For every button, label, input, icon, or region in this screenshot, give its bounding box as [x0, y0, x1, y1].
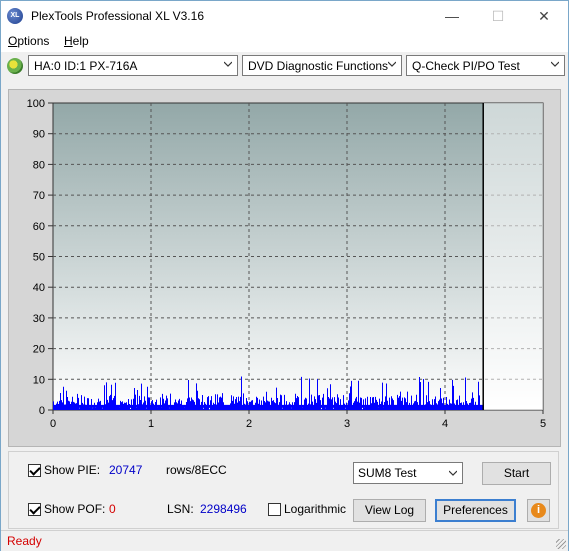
x-tick-label: 1 — [148, 418, 154, 430]
maximize-button[interactable]: ☐ — [475, 1, 521, 31]
pof-count-value: 0 — [109, 502, 116, 516]
info-button[interactable]: i — [527, 499, 550, 522]
y-tick-label: 100 — [27, 98, 45, 110]
drive-select-value: HA:0 ID:1 PX-716A — [34, 59, 138, 73]
x-tick-label: 2 — [246, 418, 252, 430]
view-log-button[interactable]: View Log — [353, 499, 426, 522]
chart-panel: 100 90 80 70 60 50 40 30 20 10 0 012345 — [8, 89, 561, 447]
drive-select[interactable]: HA:0 ID:1 PX-716A — [28, 55, 238, 76]
y-tick-label: 70 — [33, 190, 45, 202]
logarithmic-label: Logarithmic — [284, 502, 347, 516]
function-select-value: DVD Diagnostic Functions — [248, 59, 389, 73]
chevron-down-icon — [449, 470, 457, 476]
start-button[interactable]: Start — [482, 462, 551, 485]
chevron-down-icon — [224, 61, 232, 67]
drive-disc-icon — [7, 58, 23, 74]
pie-count-value: 20747 — [109, 463, 143, 477]
test-select-value: Q-Check PI/PO Test — [412, 59, 520, 73]
y-tick-label: 40 — [33, 282, 45, 294]
menu-help-mnemonic: H — [64, 34, 73, 48]
menu-options-label: ptions — [17, 34, 50, 48]
lsn-label: LSN: — [167, 502, 194, 516]
test-select[interactable]: Q-Check PI/PO Test — [406, 55, 565, 76]
info-icon: i — [531, 503, 546, 518]
x-axis: 0 1 2 3 4 5 — [50, 410, 546, 430]
show-pof-checkbox[interactable] — [28, 503, 41, 516]
minimize-button[interactable]: — — [429, 1, 475, 31]
y-tick-label: 0 — [39, 405, 45, 417]
show-pie-label: Show PIE: — [44, 463, 101, 477]
x-tick-label: 3 — [344, 418, 350, 430]
y-tick-label: 20 — [33, 344, 45, 356]
y-tick-label: 60 — [33, 221, 45, 233]
status-text: Ready — [7, 534, 42, 548]
resize-grip-icon[interactable] — [556, 539, 566, 549]
chevron-down-icon — [388, 61, 396, 67]
pie-unit-label: rows/8ECC — [166, 463, 227, 477]
y-tick-label: 90 — [33, 129, 45, 141]
y-axis: 1009080706050403020100 — [27, 98, 53, 417]
pi-po-chart: 1009080706050403020100 012345 — [27, 98, 546, 430]
show-pof-label: Show POF: — [44, 502, 106, 516]
lsn-value: 2298496 — [200, 502, 247, 516]
test-mode-value: SUM8 Test — [358, 466, 417, 480]
y-tick-label: 80 — [33, 159, 45, 171]
x-tick-label: 4 — [442, 418, 448, 430]
menu-help-label: elp — [72, 34, 89, 48]
menu-options[interactable]: Options — [8, 34, 49, 48]
plextools-logo-icon: XL — [7, 8, 23, 24]
chart-overlay — [482, 103, 543, 410]
x-tick-label: 0 — [50, 418, 56, 430]
close-button[interactable]: ✕ — [521, 1, 567, 31]
unscanned-region — [483, 103, 543, 410]
x-tick-label: 5 — [540, 418, 546, 430]
preferences-button[interactable]: Preferences — [435, 499, 516, 522]
logarithmic-checkbox[interactable] — [268, 503, 281, 516]
y-tick-label: 10 — [33, 374, 45, 386]
menu-help[interactable]: Help — [64, 34, 89, 48]
menu-bar: Options Help — [1, 31, 568, 52]
y-tick-label: 50 — [33, 252, 45, 264]
menu-options-mnemonic: O — [8, 34, 18, 48]
show-pie-checkbox[interactable] — [28, 464, 41, 477]
window-title: PlexTools Professional XL V3.16 — [31, 9, 204, 23]
function-select[interactable]: DVD Diagnostic Functions — [242, 55, 402, 76]
app-window: XL PlexTools Professional XL V3.16 — ☐ ✕… — [0, 0, 569, 551]
title-bar[interactable]: XL PlexTools Professional XL V3.16 — ☐ ✕ — [1, 1, 568, 31]
chevron-down-icon — [551, 61, 559, 67]
test-mode-select[interactable]: SUM8 Test — [353, 462, 463, 484]
y-tick-label: 30 — [33, 313, 45, 325]
control-panel: Show PIE: 20747 rows/8ECC Show POF: 0 LS… — [8, 451, 559, 529]
status-bar: Ready — [1, 530, 568, 551]
